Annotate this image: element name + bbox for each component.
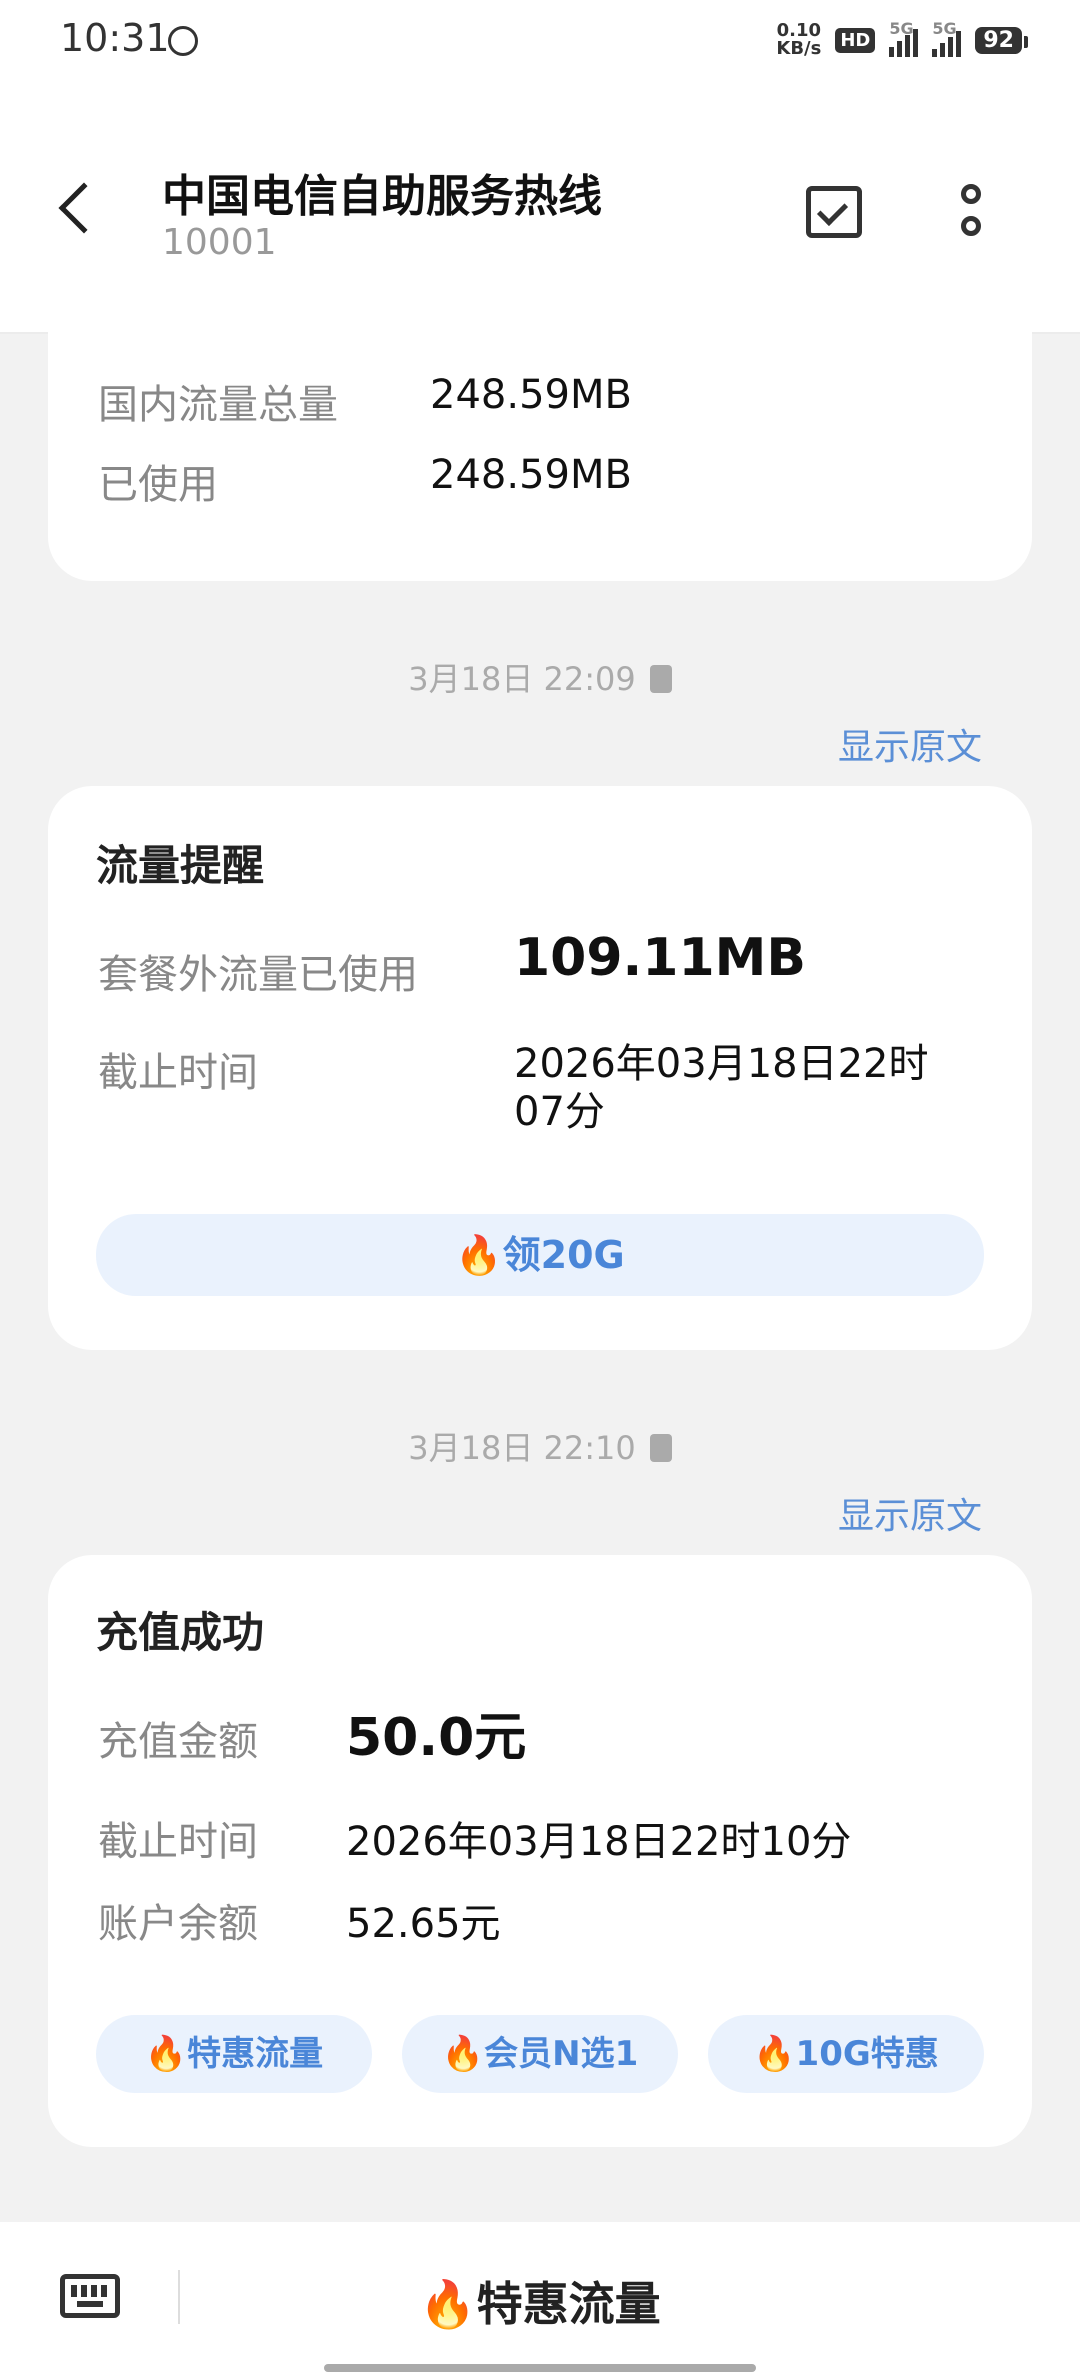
label-deadline: 截止时间 bbox=[98, 1819, 258, 1865]
value-deadline: 2026年03月18日22时10分 bbox=[346, 1819, 852, 1865]
bottom-menu-bar: 🔥特惠流量 bbox=[0, 2222, 1080, 2376]
fire-icon: 🔥 bbox=[144, 2034, 188, 2074]
contact-number: 10001 bbox=[162, 222, 277, 263]
message-timestamp: 3月18日 22:09 bbox=[0, 654, 1080, 700]
value-total-data: 248.59MB bbox=[430, 372, 632, 418]
show-original-link[interactable]: 显示原文 bbox=[838, 1487, 982, 1539]
label-balance: 账户余额 bbox=[98, 1901, 258, 1947]
sim-card-icon bbox=[649, 1434, 672, 1462]
fire-icon: 🔥 bbox=[753, 2034, 796, 2074]
network-speed: 0.10 KB/s bbox=[776, 20, 822, 59]
discount-data-button[interactable]: 🔥特惠流量 bbox=[96, 2015, 372, 2093]
message-card-data-usage: 国内流量总量 248.59MB 已使用 248.59MB bbox=[48, 300, 1032, 581]
membership-choice-button[interactable]: 🔥会员N选1 bbox=[402, 2015, 678, 2093]
conversation-header: 中国电信自助服务热线 10001 bbox=[0, 90, 1080, 334]
home-indicator[interactable] bbox=[324, 2364, 756, 2372]
back-arrow-icon[interactable] bbox=[58, 182, 110, 234]
signal-icon-sim2: 5G bbox=[932, 19, 962, 57]
label-deadline: 截止时间 bbox=[98, 1050, 258, 1096]
value-used: 248.59MB bbox=[430, 452, 632, 498]
more-options-icon[interactable] bbox=[956, 182, 986, 242]
card-title: 充值成功 bbox=[96, 1608, 265, 1657]
label-used: 已使用 bbox=[98, 462, 218, 508]
fire-icon: 🔥 bbox=[455, 1233, 503, 1277]
contact-name: 中国电信自助服务热线 bbox=[162, 171, 602, 222]
battery-icon: 92 bbox=[975, 26, 1028, 54]
sim-card-icon bbox=[649, 665, 672, 693]
10g-discount-button[interactable]: 🔥10G特惠 bbox=[708, 2015, 984, 2093]
label-total-data: 国内流量总量 bbox=[98, 382, 338, 428]
card-title: 流量提醒 bbox=[96, 841, 265, 890]
show-original-link[interactable]: 显示原文 bbox=[838, 718, 982, 770]
status-time: 10:31 bbox=[60, 16, 170, 60]
hd-volte-icon: HD bbox=[835, 27, 876, 53]
value-balance: 52.65元 bbox=[346, 1901, 501, 1947]
alarm-icon bbox=[168, 26, 198, 56]
fire-icon: 🔥 bbox=[441, 2034, 485, 2074]
label-extra-data: 套餐外流量已使用 bbox=[98, 952, 418, 998]
message-card-recharge-success: 充值成功 充值金额 50.0元 截止时间 2026年03月18日22时10分 账… bbox=[48, 1555, 1032, 2147]
fire-icon: 🔥 bbox=[419, 2277, 477, 2331]
message-timestamp: 3月18日 22:10 bbox=[0, 1423, 1080, 1469]
bottom-menu-discount-data[interactable]: 🔥特惠流量 bbox=[0, 2268, 1080, 2334]
label-recharge-amount: 充值金额 bbox=[98, 1719, 258, 1765]
status-indicators: 0.10 KB/s HD 5G 5G 92 bbox=[776, 19, 1028, 59]
status-bar: 10:31 0.10 KB/s HD 5G 5G 92 bbox=[0, 0, 1080, 90]
message-card-data-reminder: 流量提醒 套餐外流量已使用 109.11MB 截止时间 2026年03月18日2… bbox=[48, 786, 1032, 1350]
claim-20g-button[interactable]: 🔥领20G bbox=[96, 1214, 984, 1296]
value-deadline: 2026年03月18日22时 07分 bbox=[514, 1041, 929, 1135]
select-checkbox-icon[interactable] bbox=[806, 186, 862, 238]
value-extra-data: 109.11MB bbox=[514, 928, 807, 988]
signal-icon-sim1: 5G bbox=[889, 19, 919, 57]
value-recharge-amount: 50.0元 bbox=[346, 1708, 527, 1768]
